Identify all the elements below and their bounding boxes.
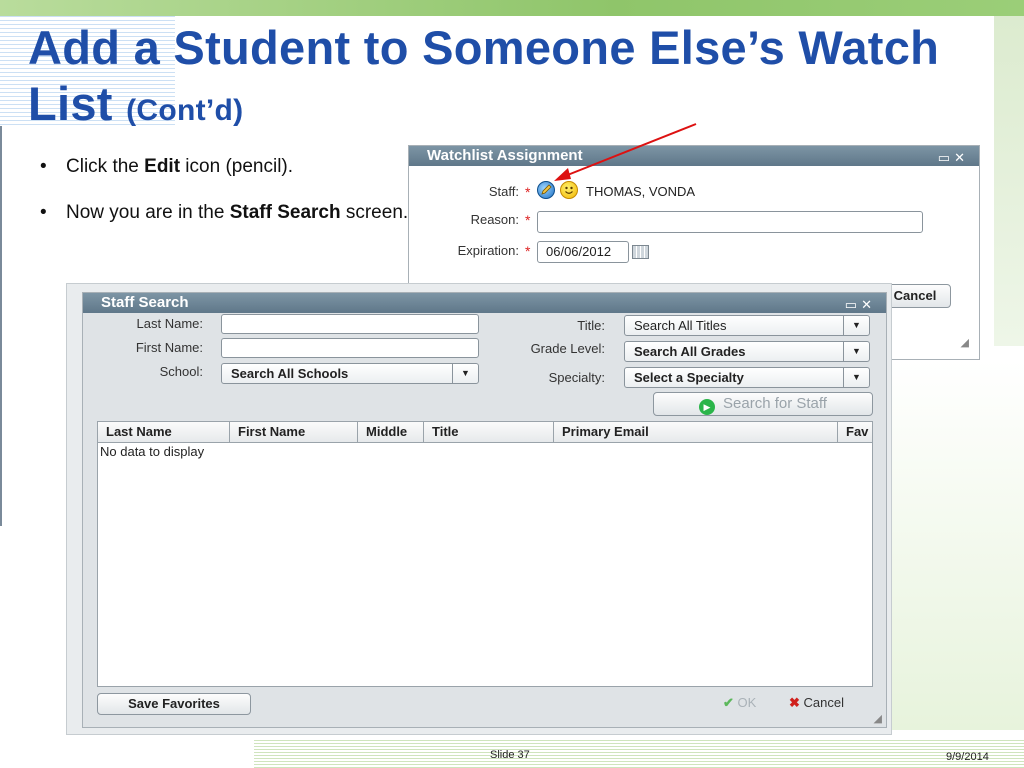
cancel-label: Cancel: [803, 695, 844, 710]
chevron-down-icon[interactable]: ▼: [843, 342, 869, 361]
bullet-text-bold: Staff Search: [229, 202, 341, 223]
save-favorites-button[interactable]: Save Favorites: [97, 693, 251, 715]
checkmark-icon: ✔: [723, 695, 734, 710]
ok-button[interactable]: ✔ OK: [723, 695, 756, 711]
title-label: Title:: [577, 318, 605, 333]
close-icon[interactable]: ✕: [861, 297, 876, 312]
bullet-dot: •: [40, 156, 47, 177]
reason-input[interactable]: [537, 211, 923, 233]
bullet-item: • Click the Edit icon (pencil).: [40, 155, 410, 179]
column-title[interactable]: Title: [424, 422, 554, 442]
bullet-text-post: screen.: [340, 202, 409, 223]
ok-label: OK: [737, 695, 757, 710]
bullet-dot: •: [40, 202, 47, 223]
bullet-text-post: icon (pencil).: [180, 156, 294, 177]
grid-empty-message: No data to display: [100, 444, 205, 459]
window-controls: ▭✕: [845, 295, 876, 315]
bullet-text-bold: Edit: [144, 156, 181, 177]
close-icon[interactable]: ✕: [954, 150, 969, 165]
first-name-label: First Name:: [135, 340, 203, 355]
chevron-down-icon[interactable]: ▼: [843, 368, 869, 387]
grade-level-select[interactable]: Search All Grades ▼: [624, 341, 870, 362]
play-icon: ▶: [699, 399, 716, 415]
title-select-value: Search All Titles: [634, 318, 727, 333]
bullet-text-pre: Click the: [66, 156, 145, 177]
school-label: School:: [159, 364, 203, 379]
annotation-arrow-head: [554, 168, 571, 181]
staff-results-grid: Last Name First Name Middle Title Primar…: [97, 421, 873, 687]
slide-title-suffix: (Cont’d): [126, 94, 244, 127]
bullet-text-pre: Now you are in the: [66, 202, 230, 223]
slide-number: Slide 37: [490, 749, 530, 761]
staff-search-window-header: Staff Search ▭✕: [83, 293, 886, 313]
slide-left-edge: [0, 126, 2, 526]
slide-decor-green: [874, 360, 1024, 730]
staff-label: Staff:: [488, 184, 519, 199]
resize-grip-icon[interactable]: ◢: [874, 712, 882, 725]
staff-search-window: Staff Search ▭✕ Last Name: First Name: S…: [82, 292, 887, 728]
grade-level-label: Grade Level:: [530, 341, 605, 356]
cancel-button[interactable]: ✖ Cancel: [789, 695, 844, 711]
title-select[interactable]: Search All Titles ▼: [624, 315, 870, 336]
column-first-name[interactable]: First Name: [230, 422, 358, 442]
slide-title: Add a Student to Someone Else’s Watch Li…: [28, 20, 1024, 139]
school-select-value: Search All Schools: [231, 366, 349, 381]
school-select[interactable]: Search All Schools ▼: [221, 363, 479, 384]
slide-top-band: [0, 0, 1024, 16]
last-name-input[interactable]: [221, 314, 479, 334]
grade-level-select-value: Search All Grades: [634, 344, 746, 359]
reason-label: Reason:: [470, 212, 519, 227]
last-name-label: Last Name:: [136, 316, 203, 331]
specialty-select[interactable]: Select a Specialty ▼: [624, 367, 870, 388]
staff-required-mark: *: [525, 184, 531, 200]
chevron-down-icon[interactable]: ▼: [452, 364, 478, 383]
expiration-date-input[interactable]: 06/06/2012: [537, 241, 629, 263]
resize-grip-icon[interactable]: ◢: [961, 336, 969, 349]
bullet-item: • Now you are in the Staff Search screen…: [40, 201, 410, 225]
expiration-label: Expiration:: [457, 243, 519, 258]
column-middle[interactable]: Middle: [358, 422, 424, 442]
chevron-down-icon[interactable]: ▼: [843, 316, 869, 335]
first-name-input[interactable]: [221, 338, 479, 358]
expiration-required-mark: *: [525, 243, 531, 259]
calendar-icon[interactable]: [632, 245, 649, 259]
bullet-list: • Click the Edit icon (pencil). • Now yo…: [40, 155, 410, 247]
annotation-arrow: [554, 123, 697, 181]
window-controls: ▭✕: [938, 148, 969, 168]
annotation-arrow-line: [559, 123, 697, 179]
specialty-select-value: Select a Specialty: [634, 370, 744, 385]
search-for-staff-label: Search for Staff: [723, 395, 827, 412]
staff-search-window-title: Staff Search: [101, 294, 189, 311]
slide-date: 9/9/2014: [946, 751, 989, 763]
slide-footer-band: [254, 740, 1024, 768]
column-last-name[interactable]: Last Name: [98, 422, 230, 442]
search-for-staff-button[interactable]: ▶ Search for Staff: [653, 392, 873, 416]
reason-required-mark: *: [525, 212, 531, 228]
grid-header-row: Last Name First Name Middle Title Primar…: [98, 422, 872, 443]
specialty-label: Specialty:: [548, 370, 605, 385]
column-primary-email[interactable]: Primary Email: [554, 422, 838, 442]
cancel-x-icon: ✖: [789, 695, 800, 710]
maximize-icon[interactable]: ▭: [845, 297, 861, 312]
column-fav[interactable]: Fav: [838, 422, 873, 442]
maximize-icon[interactable]: ▭: [938, 150, 954, 165]
